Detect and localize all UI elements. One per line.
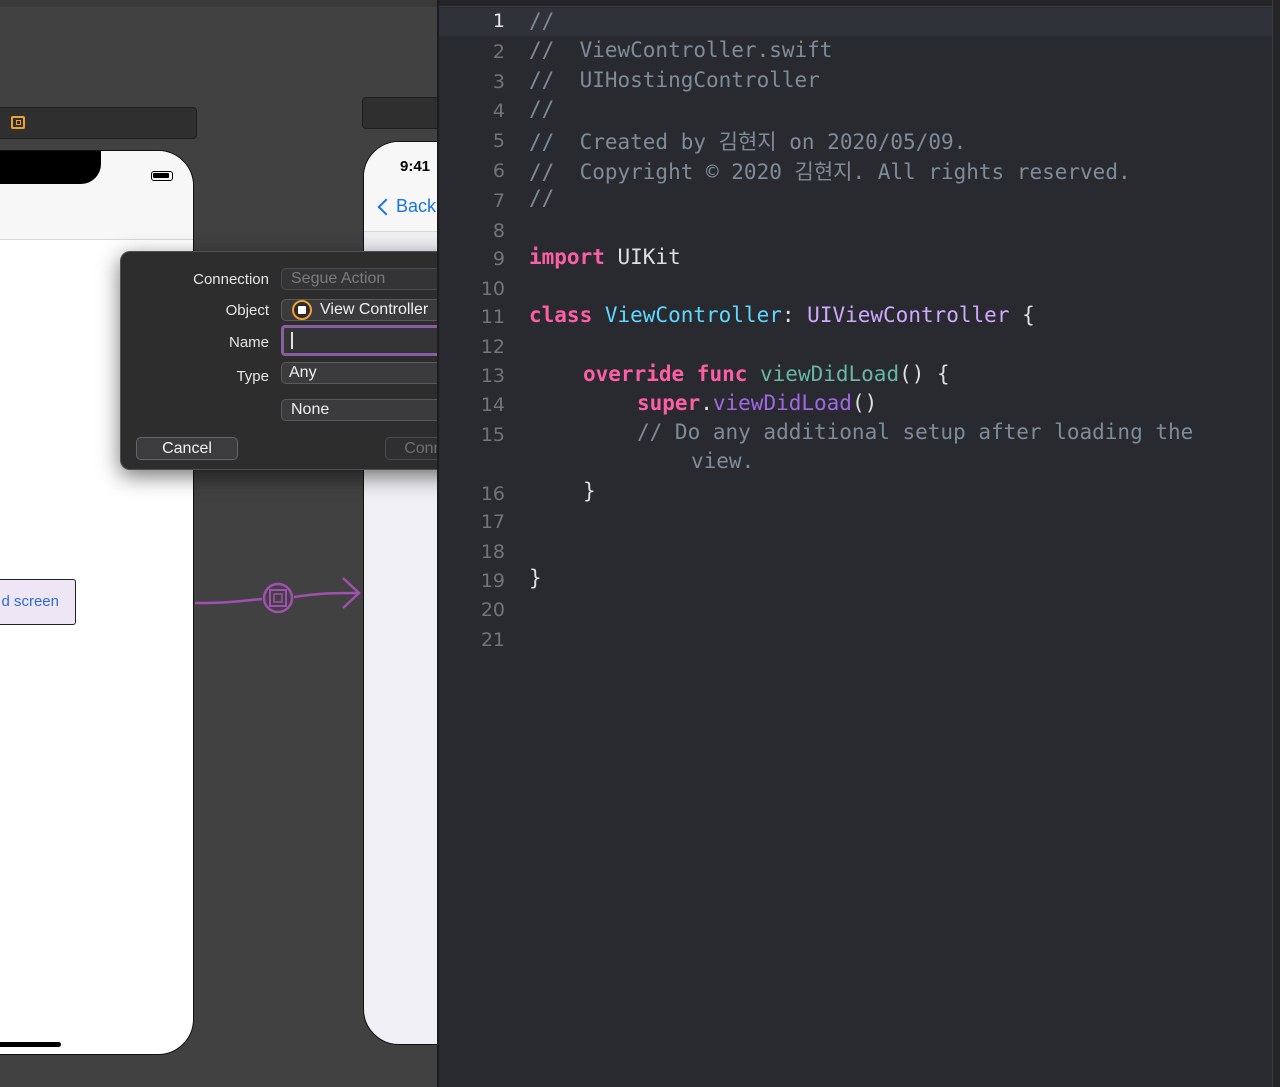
code-line: // ViewController.swift	[529, 38, 833, 62]
keyword-import: import	[529, 245, 605, 269]
line-number: 13	[480, 365, 505, 387]
line-number: 7	[492, 190, 505, 212]
code-line: // Do any additional setup after loading…	[637, 420, 1194, 444]
brace-token: {	[1009, 303, 1035, 327]
code-line: super.viewDidLoad()	[637, 391, 877, 415]
code-line: view.	[691, 449, 755, 473]
code-line: }	[529, 566, 542, 590]
segue-icon[interactable]	[262, 582, 294, 614]
line-number: 11	[480, 306, 505, 328]
call-parens: ()	[851, 391, 878, 415]
type-value: Any	[289, 364, 317, 381]
text-caret	[291, 332, 293, 349]
object-value: View Controller	[320, 301, 429, 318]
code-line: //	[529, 186, 555, 210]
line-number: 20	[480, 599, 505, 621]
superclass-name: UIViewController	[807, 303, 1010, 327]
code-editor[interactable]: 1 2 3 4 5 6 7 8 9 10 11 12 13 14 15 16 1…	[437, 0, 1280, 1087]
minimap-edge	[1272, 0, 1280, 1087]
dot-token: .	[700, 391, 713, 415]
keyword-super: super	[637, 391, 701, 415]
line-number: 12	[480, 336, 505, 358]
code-line: class ViewController: UIViewController {	[529, 303, 1035, 327]
line-number: 5	[492, 130, 505, 152]
code-line: // UIHostingController	[529, 68, 820, 92]
line-number: 18	[480, 541, 505, 563]
storyboard-canvas[interactable]: d screen 9:41 Back	[0, 0, 437, 1087]
segue-arrow[interactable]	[0, 0, 437, 1087]
line-number: 8	[492, 220, 505, 242]
line-number: 3	[492, 71, 505, 93]
name-label: Name	[228, 334, 269, 351]
keyword-override: override	[583, 362, 685, 386]
code-line: override func viewDidLoad() {	[583, 362, 950, 386]
code-line: import UIKit	[529, 245, 681, 269]
line-number: 21	[480, 629, 505, 651]
line-number: 1	[492, 10, 505, 32]
type-label: Type	[236, 368, 269, 385]
object-label: Object	[225, 302, 269, 319]
module-name: UIKit	[604, 245, 681, 269]
line-number: 14	[480, 394, 505, 416]
line-number: 15	[480, 424, 505, 446]
code-line: //	[529, 9, 555, 33]
function-signature: () {	[899, 362, 950, 386]
line-number: 6	[492, 160, 505, 182]
keyword-func: func	[684, 362, 748, 386]
arguments-value: None	[291, 401, 330, 418]
current-line-highlight	[439, 8, 1274, 36]
line-number: 4	[492, 100, 505, 122]
code-line: }	[583, 479, 596, 503]
connection-value: Segue Action	[291, 270, 386, 287]
connection-label: Connection	[193, 271, 269, 288]
line-number: 16	[480, 483, 505, 505]
keyword-class: class	[529, 303, 593, 327]
line-number: 17	[480, 511, 505, 533]
code-line: // Copyright © 2020 김현지. All rights rese…	[529, 160, 1131, 184]
colon-token: :	[781, 303, 808, 327]
line-number: 9	[492, 248, 505, 270]
view-controller-icon	[292, 300, 312, 320]
code-line: //	[529, 97, 555, 121]
cancel-button[interactable]: Cancel	[136, 437, 238, 460]
code-line: // Created by 김현지 on 2020/05/09.	[529, 130, 967, 154]
line-number: 10	[480, 278, 505, 300]
method-call: viewDidLoad	[712, 391, 852, 415]
function-name: viewDidLoad	[747, 362, 900, 386]
line-number: 2	[492, 41, 505, 63]
editor-top-border	[439, 0, 1280, 7]
class-name: ViewController	[592, 303, 782, 327]
line-number: 19	[480, 570, 505, 592]
